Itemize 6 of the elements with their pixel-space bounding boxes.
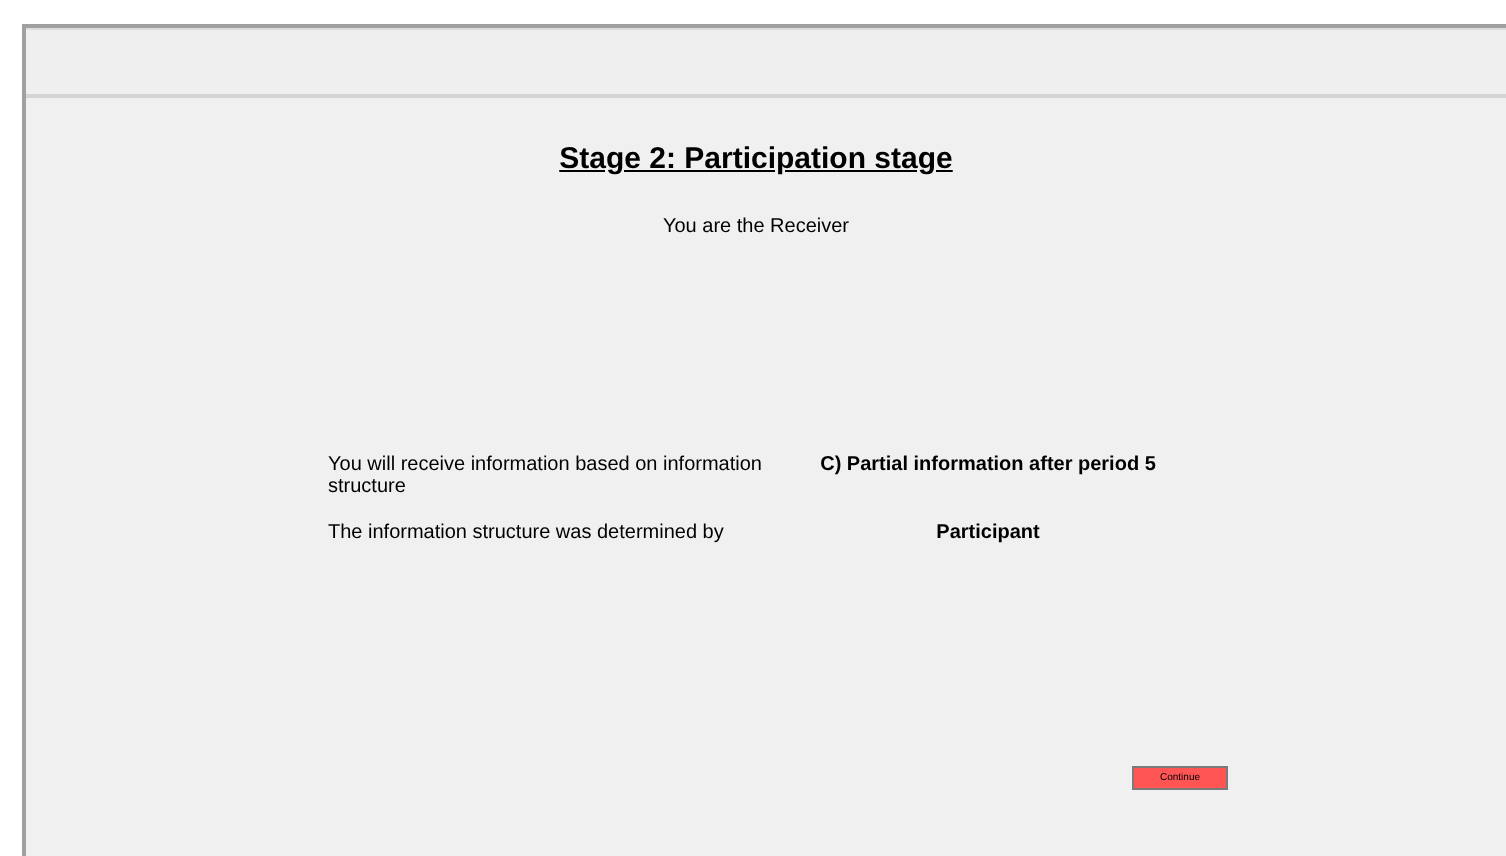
field-value: Participant (934, 521, 1042, 543)
field-value: C) Partial information after period 5 (818, 453, 1158, 475)
field-label: The information structure was determined by (328, 521, 726, 543)
field-label: You will receive information based on information structure (328, 453, 764, 497)
role-text: You are the Receiver (662, 213, 850, 241)
stage-title: Stage 2: Participation stage (559, 140, 953, 180)
